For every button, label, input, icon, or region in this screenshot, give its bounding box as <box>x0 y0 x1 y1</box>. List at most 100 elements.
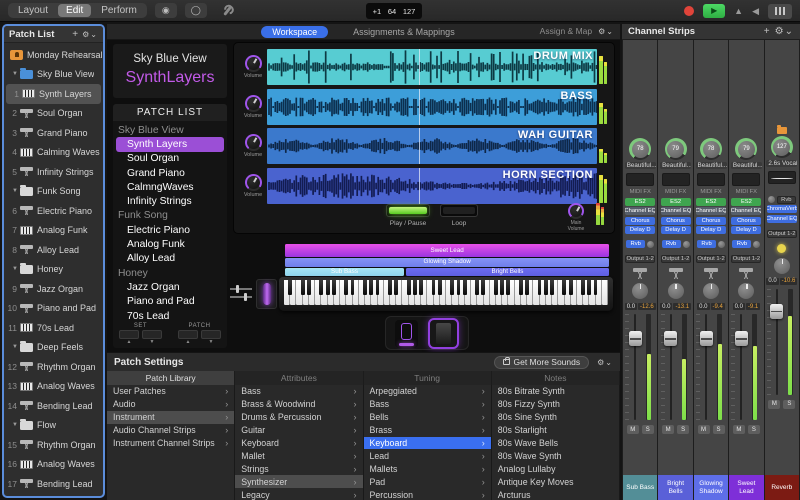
black-key[interactable] <box>581 280 585 295</box>
fader-cap[interactable] <box>700 331 713 346</box>
layer-glowing-shadow[interactable]: Glowing Shadow <box>285 258 609 267</box>
main-volume-knob-dial[interactable] <box>568 203 584 219</box>
browser-item-mallets[interactable]: Mallets› <box>364 462 491 475</box>
insert-slot-delay-d[interactable]: Delay D <box>696 226 726 234</box>
disclosure-icon[interactable]: ▼ <box>12 188 20 194</box>
pan-knob[interactable] <box>668 283 684 299</box>
eq-thumbnail[interactable] <box>697 173 725 186</box>
browser-item-80s-fizzy-synth[interactable]: 80s Fizzy Synth <box>492 398 619 411</box>
patch-row-infinity-strings[interactable]: 5Infinity Strings <box>4 162 103 182</box>
browser-item-analog-lullaby[interactable]: Analog Lullaby <box>492 462 619 475</box>
solo-button[interactable]: S <box>748 425 760 434</box>
send-slot[interactable]: Rvb <box>662 240 681 248</box>
browser-item-user-patches[interactable]: User Patches› <box>107 385 234 398</box>
black-key[interactable] <box>550 280 554 295</box>
fader[interactable] <box>625 312 655 422</box>
browser-item-arpeggiated[interactable]: Arpeggiated› <box>364 385 491 398</box>
eq-thumbnail[interactable] <box>662 173 690 186</box>
widget-patch-calmngwaves[interactable]: CalmngWaves <box>113 180 227 194</box>
patch-row-piano-and-pad[interactable]: 10Piano and Pad <box>4 299 103 319</box>
get-more-sounds-button[interactable]: Get More Sounds <box>494 356 590 369</box>
browser-item-legacy[interactable]: Legacy› <box>235 488 362 500</box>
browser-item-pad[interactable]: Pad› <box>364 475 491 488</box>
midi-monitor-icon[interactable]: ◀ <box>752 6 759 17</box>
black-key[interactable] <box>525 280 529 295</box>
black-key[interactable] <box>475 280 479 295</box>
patch-up-button[interactable] <box>178 330 198 339</box>
strip-name-plate[interactable]: Sweet Lead <box>729 475 763 500</box>
black-key[interactable] <box>307 280 311 295</box>
patch-row-rhythm-organ[interactable]: 12Rhythm Organ <box>4 357 103 377</box>
widget-patch-piano-and-pad[interactable]: Piano and Pad <box>113 295 227 309</box>
insert-slot-channel-eq[interactable]: Channel EQ <box>661 207 691 215</box>
mode-edit[interactable]: Edit <box>58 4 91 17</box>
black-key[interactable] <box>407 280 411 295</box>
disclosure-icon[interactable]: ▼ <box>12 422 20 428</box>
output-slot[interactable]: Output 1-2 <box>696 255 726 263</box>
black-key[interactable] <box>506 280 510 295</box>
wrench-icon[interactable] <box>221 5 233 17</box>
browser-item-bass[interactable]: Bass› <box>364 398 491 411</box>
browser-item-80s-starlight[interactable]: 80s Starlight <box>492 424 619 437</box>
browser-item-drums-percussion[interactable]: Drums & Percussion› <box>235 411 362 424</box>
widget-patch-jazz-organ[interactable]: Jazz Organ <box>113 280 227 294</box>
insert-slot-chorus[interactable]: Chorus <box>696 217 726 225</box>
fader[interactable] <box>767 287 797 397</box>
patch-row-bending-lead[interactable]: 17Bending Lead <box>4 474 103 494</box>
browser-item-80s-bitrate-synth[interactable]: 80s Bitrate Synth <box>492 385 619 398</box>
fader[interactable] <box>661 312 691 422</box>
pan-knob[interactable] <box>632 283 648 299</box>
browser-item-keyboard[interactable]: Keyboard› <box>364 437 491 450</box>
black-key[interactable] <box>457 280 461 295</box>
tab-patch-library[interactable]: Patch Library <box>107 371 235 385</box>
browser-item-audio-channel-strips[interactable]: Audio Channel Strips› <box>107 424 234 437</box>
insert-slot-channel-eq[interactable]: Channel EQ <box>767 215 797 223</box>
patch-row-calming-waves[interactable]: 4Calming Waves <box>4 143 103 163</box>
tab-assignments-mappings[interactable]: Assignments & Mappings <box>342 26 466 38</box>
strip-name-plate[interactable]: Reverb <box>765 475 799 500</box>
insert-slot-chorus[interactable]: Chorus <box>661 217 691 225</box>
output-slot[interactable]: Output 1-2 <box>661 255 691 263</box>
disclosure-icon[interactable]: ▼ <box>12 344 20 350</box>
fader[interactable] <box>731 312 761 422</box>
widget-patch-grand-piano[interactable]: Grand Piano <box>113 166 227 180</box>
send-slot[interactable]: Rvb <box>626 240 645 248</box>
widget-patch-alloy-lead[interactable]: Alloy Lead <box>113 252 227 266</box>
patch-row-synth-layers[interactable]: 1Synth Layers <box>6 84 101 104</box>
waveform-region[interactable]: WAH GUITAR <box>267 128 597 164</box>
black-key[interactable] <box>594 280 598 295</box>
browser-item-80s-wave-synth[interactable]: 80s Wave Synth <box>492 449 619 462</box>
browser-item-instrument-channel-strips[interactable]: Instrument Channel Strips› <box>107 437 234 450</box>
black-key[interactable] <box>369 280 373 295</box>
black-key[interactable] <box>562 280 566 295</box>
patch-down-button[interactable] <box>201 330 221 339</box>
strip-name-plate[interactable]: Sub Bass <box>623 475 657 500</box>
patch-row-funk-song[interactable]: ▼Funk Song <box>4 182 103 202</box>
patch-row-alloy-lead[interactable]: 8Alloy Lead <box>4 240 103 260</box>
disclosure-icon[interactable]: ▼ <box>12 266 20 272</box>
tab-attributes[interactable]: Attributes <box>235 371 363 385</box>
widget-patch-electric-piano[interactable]: Electric Piano <box>113 223 227 237</box>
waveform-region[interactable]: DRUM MIX <box>267 49 597 85</box>
master-level-icon[interactable]: ▲ <box>734 6 743 16</box>
strip-knob[interactable]: 78 <box>700 138 722 160</box>
instrument-slot[interactable]: ES2 <box>696 198 726 206</box>
fader-cap[interactable] <box>770 304 783 319</box>
black-key[interactable] <box>363 280 367 295</box>
workspace-action-menu[interactable]: ⚙⌄ <box>598 27 614 36</box>
tab-workspace[interactable]: Workspace <box>261 26 328 38</box>
browser-item-brass[interactable]: Brass› <box>364 424 491 437</box>
mute-button[interactable]: M <box>733 425 745 434</box>
patch-row-electric-piano[interactable]: 6Electric Piano <box>4 201 103 221</box>
browser-item-keyboard[interactable]: Keyboard› <box>235 437 362 450</box>
insert-slot-delay-d[interactable]: Delay D <box>625 226 655 234</box>
instrument-slot[interactable]: ES2 <box>625 198 655 206</box>
widget-patch-infinity-strings[interactable]: Infinity Strings <box>113 194 227 208</box>
fader[interactable] <box>696 312 726 422</box>
main-volume-knob[interactable]: Main Volume <box>566 203 586 232</box>
strip-knob[interactable]: 78 <box>629 138 651 160</box>
panel-layout-button[interactable] <box>768 4 792 19</box>
eq-thumbnail[interactable] <box>626 173 654 186</box>
mute-button[interactable]: M <box>698 425 710 434</box>
mod-wheel[interactable] <box>256 279 277 309</box>
